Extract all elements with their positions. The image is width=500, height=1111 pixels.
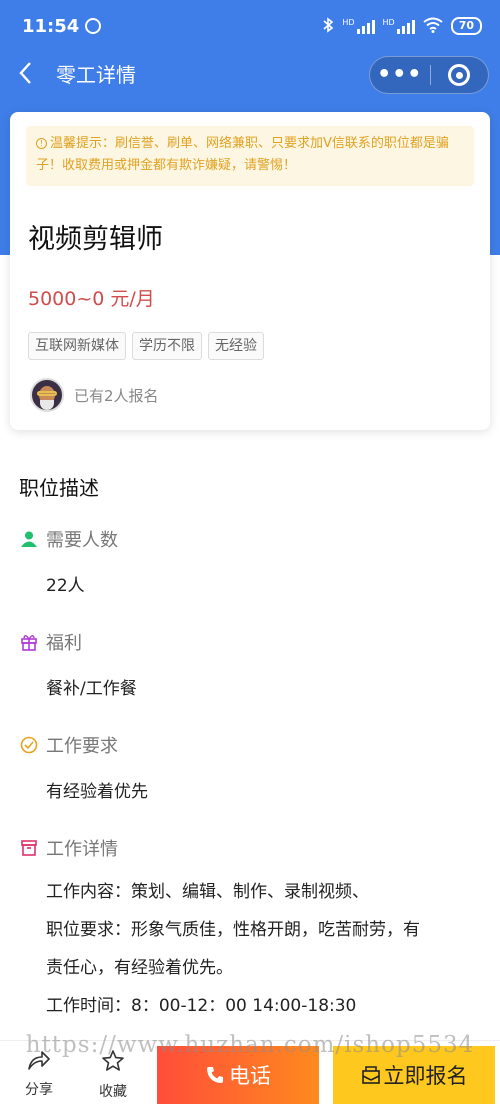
wifi-icon	[423, 17, 443, 36]
tag-education: 学历不限	[132, 332, 202, 360]
chevron-left-icon	[19, 62, 31, 84]
gift-icon	[19, 633, 38, 652]
warning-notice: ! 温馨提示：刷信誉、刷单、网络兼职、只要求加V信联系的职位都是骗子！收取费用或押…	[26, 126, 474, 186]
status-time: 11:54	[22, 15, 80, 37]
more-button[interactable]: •••	[370, 60, 430, 90]
status-indicators: HD HD 70	[322, 16, 482, 36]
call-label: 电话	[229, 1064, 271, 1088]
job-title: 视频剪辑师	[28, 224, 163, 255]
details-line: 职位要求：形象气质佳，性格开朗，吃苦耐劳，有	[46, 920, 420, 940]
watermark: https://www.huzhan.com/ishop5534	[25, 1032, 475, 1058]
back-button[interactable]	[18, 60, 44, 90]
target-icon	[448, 64, 471, 86]
requirement-value: 有经验着优先	[46, 782, 148, 802]
requirement-label: 工作要求	[46, 736, 118, 757]
details-label: 工作详情	[46, 839, 118, 860]
alarm-icon	[85, 18, 102, 34]
avatar	[30, 378, 64, 412]
requirement-header: 工作要求	[19, 732, 118, 758]
info-icon: !	[36, 138, 47, 149]
section-title-description: 职位描述	[19, 476, 99, 500]
welfare-header: 福利	[19, 629, 82, 655]
nav-bar: 零工详情 •••	[0, 52, 500, 98]
tag-industry: 互联网新媒体	[28, 332, 126, 360]
warning-text: 温馨提示：刷信誉、刷单、网络兼职、只要求加V信联系的职位都是骗子！收取费用或押金…	[36, 136, 449, 173]
details-line: 工作时间：8：00-12：00 14:00-18:30	[46, 996, 357, 1016]
signal-icon-2: HD	[383, 18, 415, 34]
status-bar: 11:54 HD HD 70	[0, 0, 500, 52]
box-icon	[19, 839, 38, 858]
welfare-label: 福利	[46, 633, 82, 654]
details-line: 工作内容：策划、编辑、制作、录制视频、	[46, 882, 369, 902]
net-label-1: HD	[342, 18, 355, 27]
job-tags: 互联网新媒体 学历不限 无经验	[28, 332, 264, 360]
battery-indicator: 70	[450, 17, 482, 35]
apply-label: 立即报名	[383, 1064, 468, 1088]
share-label: 分享	[25, 1082, 53, 1098]
applicants-count: 已有2人报名	[74, 386, 159, 405]
close-miniprogram-button[interactable]	[430, 64, 488, 86]
job-salary: 5000~0 元/月	[28, 288, 155, 310]
mail-icon	[361, 1066, 380, 1084]
page-title: 零工详情	[56, 63, 136, 87]
welfare-value: 餐补/工作餐	[46, 679, 137, 699]
details-header: 工作详情	[19, 835, 118, 861]
headcount-label: 需要人数	[46, 530, 118, 551]
details-line: 责任心，有经验着优先。	[46, 958, 233, 978]
applicants-row: 已有2人报名	[30, 378, 159, 412]
details-text: 工作内容：策划、编辑、制作、录制视频、 职位要求：形象气质佳，性格开朗，吃苦耐劳…	[46, 873, 476, 1025]
phone-icon	[207, 1067, 223, 1083]
bluetooth-icon	[322, 16, 334, 36]
signal-icon-1: HD	[342, 18, 375, 34]
headcount-header: 需要人数	[19, 526, 118, 552]
headcount-value: 22人	[46, 576, 85, 596]
mini-program-capsule: •••	[369, 56, 489, 94]
favorite-label: 收藏	[99, 1084, 127, 1100]
tag-experience: 无经验	[208, 332, 264, 360]
job-card: ! 温馨提示：刷信誉、刷单、网络兼职、只要求加V信联系的职位都是骗子！收取费用或押…	[10, 112, 490, 430]
person-icon	[19, 530, 38, 549]
check-circle-icon	[19, 736, 38, 755]
net-label-2: HD	[382, 18, 395, 27]
